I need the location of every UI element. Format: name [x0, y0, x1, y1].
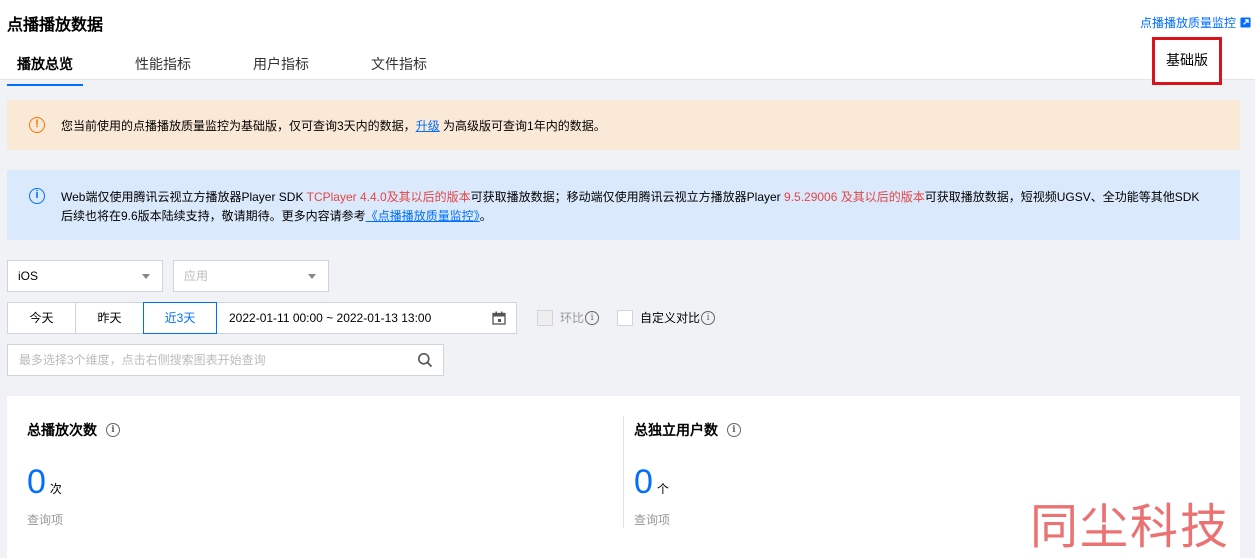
calendar-icon[interactable]: [492, 311, 506, 325]
warning-text-before: 您当前使用的点播播放质量监控为基础版，仅可查询3天内的数据，: [61, 119, 416, 133]
info-alert: i Web端仅使用腾讯云视立方播放器Player SDK TCPlayer 4.…: [7, 170, 1240, 240]
mom-compare-label: 环比: [560, 311, 585, 325]
stat-label: 总独立用户数 i: [634, 420, 741, 440]
stat-sub-label: 查询项: [634, 513, 671, 527]
search-icon[interactable]: [417, 352, 433, 368]
top-bar: 点播播放数据 点播播放质量监控 播放总览 性能指标 用户指标 文件指标: [0, 0, 1255, 86]
date-range-value[interactable]: 2022-01-11 00:00 ~ 2022-01-13 13:00: [229, 311, 431, 325]
info-circle-icon[interactable]: i: [727, 423, 741, 437]
stat-number: 0: [634, 463, 653, 501]
date-range-picker[interactable]: 2022-01-11 00:00 ~ 2022-01-13 13:00: [217, 302, 517, 334]
date-filter-bar: 今天 昨天 近3天 2022-01-11 00:00 ~ 2022-01-13 …: [7, 302, 517, 334]
info-text-1: Web端仅使用腾讯云视立方播放器Player SDK: [61, 190, 307, 204]
info-text-3: 可获取播放数据；移动端仅使用腾讯云视立方播放器Player: [470, 190, 785, 204]
watermark: 同尘科技: [1030, 499, 1231, 555]
stat-value: 0个: [634, 463, 669, 502]
stat-unit: 次: [49, 482, 62, 496]
search-placeholder: 最多选择3个维度，点击右侧搜索图表开始查询: [19, 353, 266, 367]
warning-icon: !: [29, 117, 45, 133]
os-select[interactable]: iOS: [7, 260, 163, 292]
warning-text-after: 为高级版可查询1年内的数据。: [439, 119, 606, 133]
info-circle-icon[interactable]: i: [585, 310, 600, 325]
info-circle-icon[interactable]: i: [106, 423, 120, 437]
mom-compare-checkbox[interactable]: 环比 i: [537, 309, 600, 326]
tab-bar: 播放总览 性能指标 用户指标 文件指标: [7, 54, 479, 86]
mom-checkbox-box[interactable]: [537, 309, 553, 326]
tab-performance[interactable]: 性能指标: [125, 54, 201, 80]
stat-number: 0: [27, 463, 46, 501]
tab-user[interactable]: 用户指标: [243, 54, 319, 80]
stat-sub-label: 查询项: [27, 513, 64, 527]
app-select[interactable]: 应用: [173, 260, 329, 292]
info-text-end: 。: [479, 209, 492, 223]
yesterday-button[interactable]: 昨天: [75, 302, 143, 334]
custom-compare-checkbox[interactable]: 自定义对比 i: [617, 309, 716, 326]
custom-compare-label: 自定义对比: [640, 311, 701, 325]
dimension-search-input[interactable]: 最多选择3个维度，点击右侧搜索图表开始查询: [7, 344, 444, 376]
doc-link[interactable]: 《点播播放质量监控》: [366, 209, 480, 223]
info-text-tcplayer: TCPlayer 4.4.0及其以后的版本: [306, 190, 471, 204]
today-button[interactable]: 今天: [7, 302, 75, 334]
external-link-icon[interactable]: [1240, 17, 1251, 28]
caret-down-icon[interactable]: [308, 274, 316, 279]
upgrade-link[interactable]: 升级: [416, 119, 440, 133]
stat-label-text: 总播放次数: [27, 422, 97, 438]
info-icon: i: [29, 188, 45, 204]
warning-alert: ! 您当前使用的点播播放质量监控为基础版，仅可查询3天内的数据，升级 为高级版可…: [7, 100, 1240, 150]
page-title: 点播播放数据: [7, 17, 104, 34]
info-circle-icon[interactable]: i: [701, 310, 716, 325]
stat-label-text: 总独立用户数: [634, 422, 718, 438]
stat-label: 总播放次数 i: [27, 420, 120, 440]
quality-monitor-link[interactable]: 点播播放质量监控: [1140, 14, 1251, 31]
stat-divider: [623, 416, 624, 528]
tab-file[interactable]: 文件指标: [361, 54, 437, 80]
quality-monitor-link-label[interactable]: 点播播放质量监控: [1140, 14, 1236, 31]
stat-unit: 个: [656, 482, 669, 496]
app-select-placeholder[interactable]: 应用: [184, 269, 208, 283]
custom-checkbox-box[interactable]: [617, 309, 633, 326]
edition-badge: 基础版: [1152, 37, 1222, 85]
os-select-value[interactable]: iOS: [18, 269, 38, 283]
stat-value: 0次: [27, 463, 62, 502]
caret-down-icon[interactable]: [142, 274, 150, 279]
last-3-days-button[interactable]: 近3天: [143, 302, 217, 334]
info-text-version: 9.5.29006 及其以后的版本: [784, 190, 925, 204]
tab-overview[interactable]: 播放总览: [7, 54, 83, 86]
